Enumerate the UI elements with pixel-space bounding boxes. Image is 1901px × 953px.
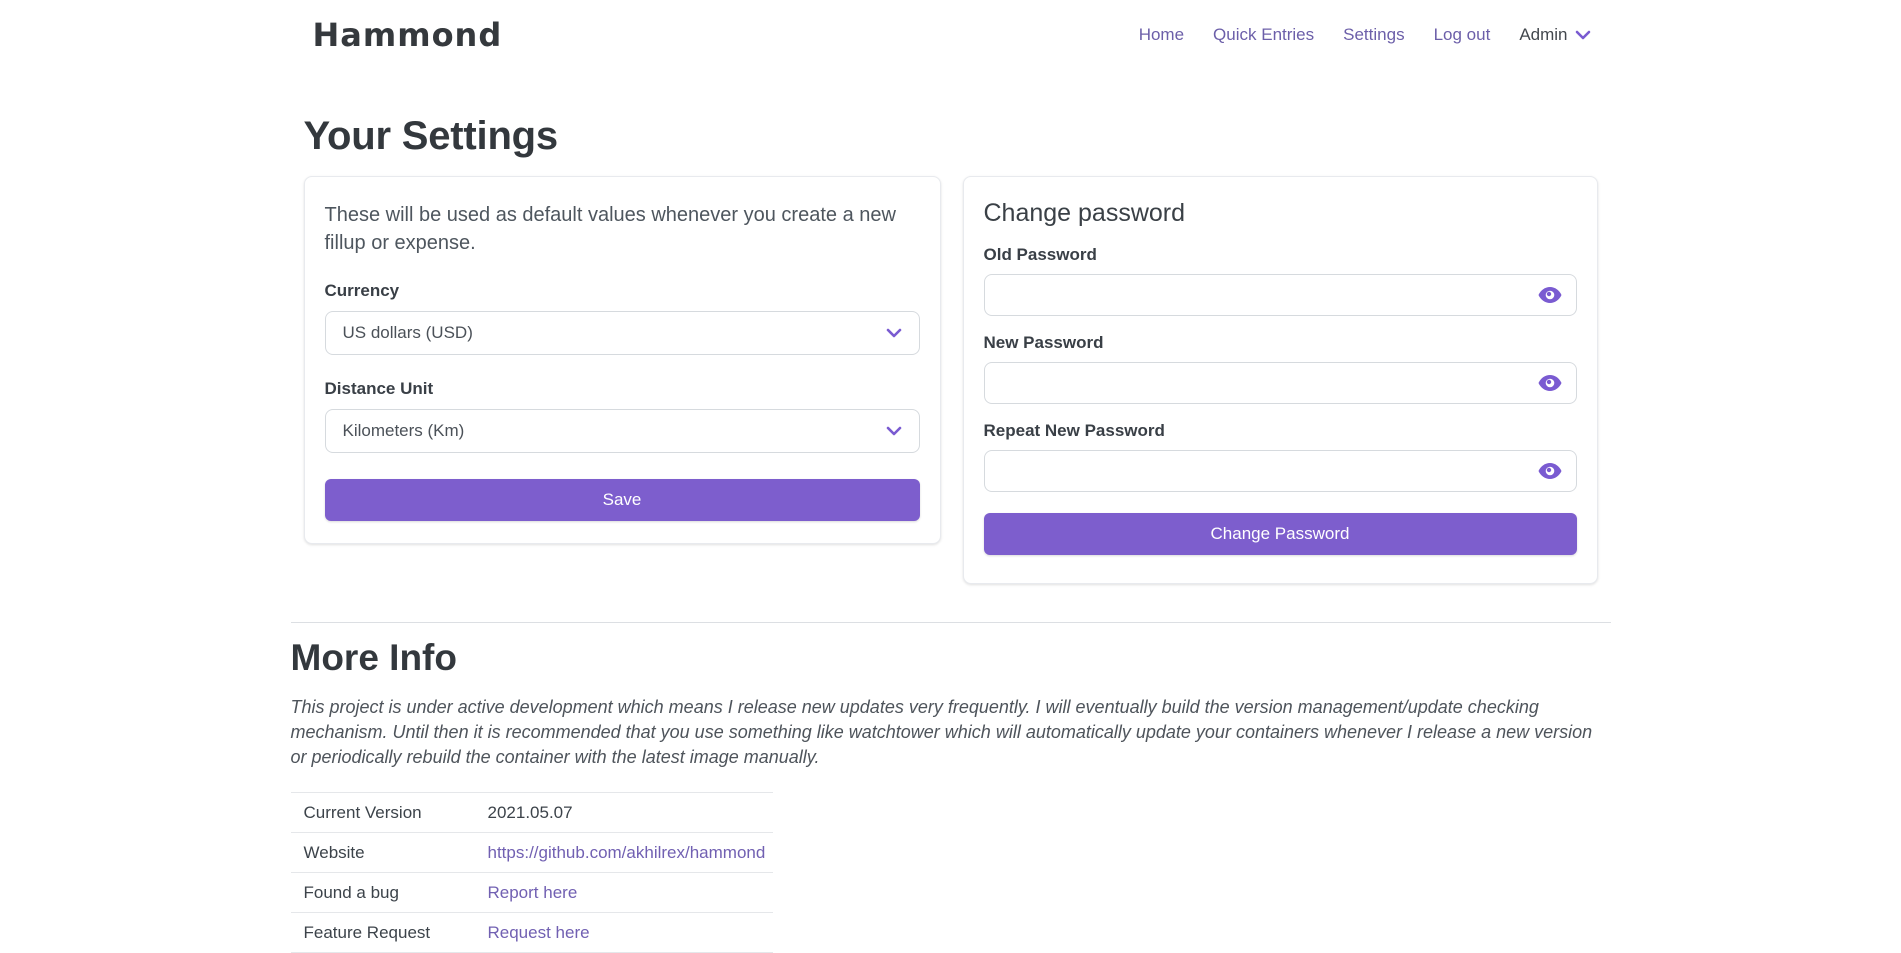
brand-logo[interactable]: Hammond: [313, 16, 503, 54]
nav-home[interactable]: Home: [1139, 25, 1184, 45]
table-row: Found a bug Report here: [291, 873, 773, 913]
old-password-field-wrap: [984, 274, 1577, 316]
more-info-note: This project is under active development…: [291, 695, 1611, 770]
old-password-input[interactable]: [984, 274, 1577, 316]
website-link[interactable]: https://github.com/akhilrex/hammond: [488, 843, 773, 863]
main-nav: Home Quick Entries Settings Log out Admi…: [1139, 25, 1591, 45]
feature-request-link[interactable]: Request here: [488, 923, 773, 943]
more-info-title: More Info: [291, 635, 1611, 681]
report-bug-link[interactable]: Report here: [488, 883, 773, 903]
old-password-label: Old Password: [984, 245, 1577, 265]
settings-cards: These will be used as default values whe…: [304, 176, 1598, 584]
repeat-new-password-label: Repeat New Password: [984, 421, 1577, 441]
info-row-label: Feature Request: [304, 923, 488, 943]
page-title: Your Settings: [291, 111, 1611, 161]
user-menu-label: Admin: [1519, 25, 1567, 45]
currency-select-value: US dollars (USD): [343, 323, 473, 343]
main-content: Your Settings These will be used as defa…: [291, 111, 1611, 953]
user-menu-admin[interactable]: Admin: [1519, 25, 1590, 45]
chevron-down-icon: [886, 328, 902, 338]
eye-icon[interactable]: [1538, 463, 1562, 480]
info-row-label: Found a bug: [304, 883, 488, 903]
nav-quick-entries[interactable]: Quick Entries: [1213, 25, 1314, 45]
currency-select[interactable]: US dollars (USD): [325, 311, 920, 355]
repeat-new-password-input[interactable]: [984, 450, 1577, 492]
more-info-section: More Info This project is under active d…: [291, 635, 1611, 953]
table-row: Website https://github.com/akhilrex/hamm…: [291, 833, 773, 873]
new-password-input[interactable]: [984, 362, 1577, 404]
repeat-new-password-field-wrap: [984, 450, 1577, 492]
new-password-label: New Password: [984, 333, 1577, 353]
new-password-field-wrap: [984, 362, 1577, 404]
defaults-card: These will be used as default values whe…: [304, 176, 941, 544]
chevron-down-icon: [1575, 30, 1591, 40]
header: Hammond Home Quick Entries Settings Log …: [0, 0, 1901, 54]
distance-unit-label: Distance Unit: [325, 379, 920, 399]
password-card-title: Change password: [984, 199, 1577, 228]
info-row-value: 2021.05.07: [488, 803, 773, 823]
info-table: Current Version 2021.05.07 Website https…: [291, 792, 773, 953]
save-button[interactable]: Save: [325, 479, 920, 521]
password-card: Change password Old Password New Passwor…: [963, 176, 1598, 584]
info-row-label: Website: [304, 843, 488, 863]
nav-settings[interactable]: Settings: [1343, 25, 1404, 45]
nav-logout[interactable]: Log out: [1434, 25, 1491, 45]
info-row-label: Current Version: [304, 803, 488, 823]
currency-label: Currency: [325, 281, 920, 301]
table-row: Feature Request Request here: [291, 913, 773, 953]
change-password-button[interactable]: Change Password: [984, 513, 1577, 555]
table-row: Current Version 2021.05.07: [291, 793, 773, 833]
defaults-description: These will be used as default values whe…: [325, 201, 920, 257]
distance-unit-select-value: Kilometers (Km): [343, 421, 465, 441]
eye-icon[interactable]: [1538, 287, 1562, 304]
eye-icon[interactable]: [1538, 375, 1562, 392]
chevron-down-icon: [886, 426, 902, 436]
section-divider: [291, 622, 1611, 623]
distance-unit-select[interactable]: Kilometers (Km): [325, 409, 920, 453]
